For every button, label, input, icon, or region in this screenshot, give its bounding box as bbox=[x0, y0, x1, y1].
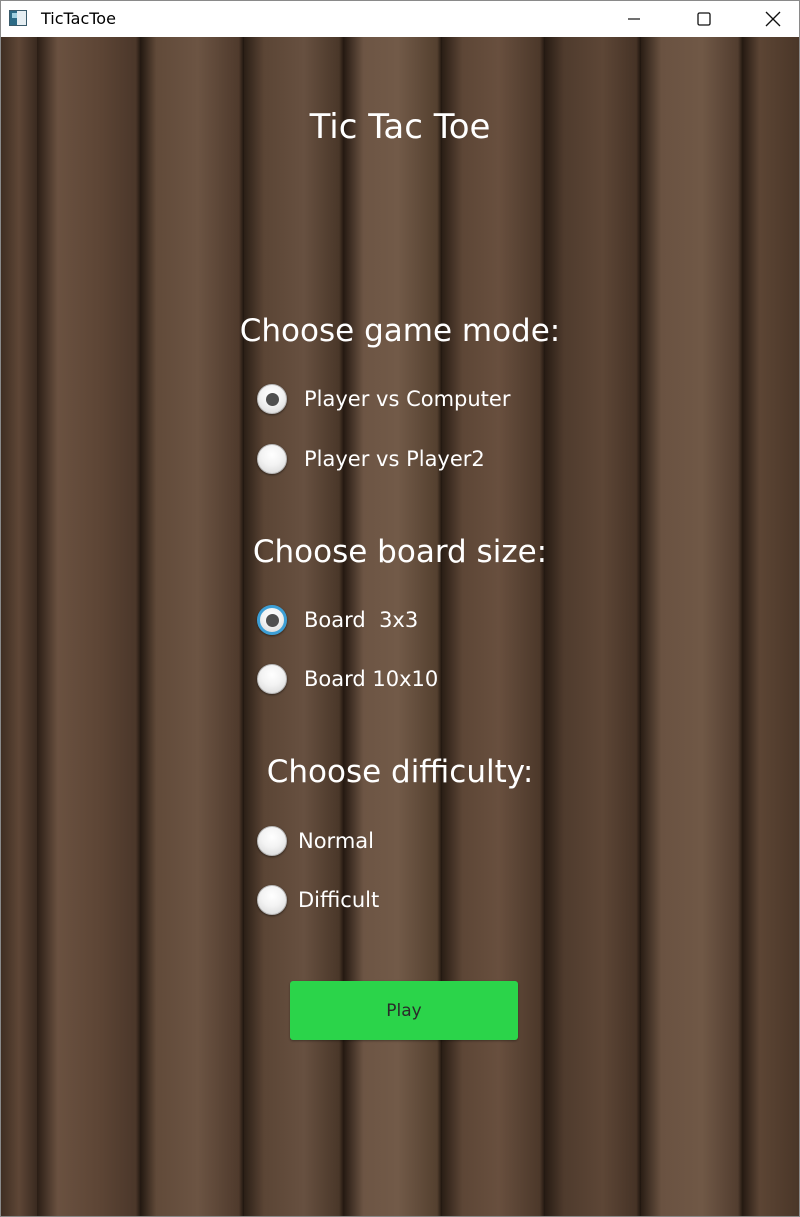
window-title: TicTacToe bbox=[41, 9, 116, 28]
radio-label: Player vs Computer bbox=[304, 387, 511, 411]
maximize-icon bbox=[697, 12, 711, 26]
radio-button[interactable] bbox=[257, 384, 287, 414]
radio-button[interactable] bbox=[257, 444, 287, 474]
radio-label: Normal bbox=[298, 829, 374, 853]
app-window-icon bbox=[9, 10, 27, 26]
radio-difficult[interactable]: Difficult bbox=[257, 883, 379, 917]
radio-label: Board 10x10 bbox=[304, 667, 439, 691]
radio-label: Player vs Player2 bbox=[304, 447, 485, 471]
title-bar[interactable]: TicTacToe bbox=[1, 1, 799, 37]
radio-player-vs-computer[interactable]: Player vs Computer bbox=[257, 382, 510, 416]
game-mode-heading: Choose game mode: bbox=[239, 313, 561, 349]
minimize-button[interactable] bbox=[611, 1, 657, 37]
radio-button[interactable] bbox=[257, 885, 287, 915]
radio-normal[interactable]: Normal bbox=[257, 824, 374, 858]
radio-board-10x10[interactable]: Board 10x10 bbox=[257, 662, 438, 696]
minimize-icon bbox=[628, 18, 640, 20]
close-button[interactable] bbox=[750, 1, 796, 37]
radio-label: Difficult bbox=[298, 888, 380, 912]
radio-label: Board 3x3 bbox=[304, 608, 419, 632]
play-button[interactable]: Play bbox=[290, 981, 518, 1040]
difficulty-heading: Choose difficulty: bbox=[266, 754, 534, 790]
app-window: TicTacToe Tic Tac Toe Choose game mode: … bbox=[0, 0, 800, 1217]
maximize-button[interactable] bbox=[681, 1, 727, 37]
close-icon bbox=[765, 11, 781, 27]
radio-selected-dot bbox=[265, 392, 279, 406]
radio-player-vs-player2[interactable]: Player vs Player2 bbox=[257, 442, 485, 476]
radio-board-3x3[interactable]: Board 3x3 bbox=[257, 603, 418, 637]
board-size-heading: Choose board size: bbox=[252, 534, 548, 570]
radio-selected-dot bbox=[265, 613, 279, 627]
page-title: Tic Tac Toe bbox=[309, 107, 491, 147]
radio-button[interactable] bbox=[257, 605, 287, 635]
radio-button[interactable] bbox=[257, 826, 287, 856]
game-setup-panel: Tic Tac Toe Choose game mode: Player vs … bbox=[1, 37, 799, 1216]
radio-button[interactable] bbox=[257, 664, 287, 694]
